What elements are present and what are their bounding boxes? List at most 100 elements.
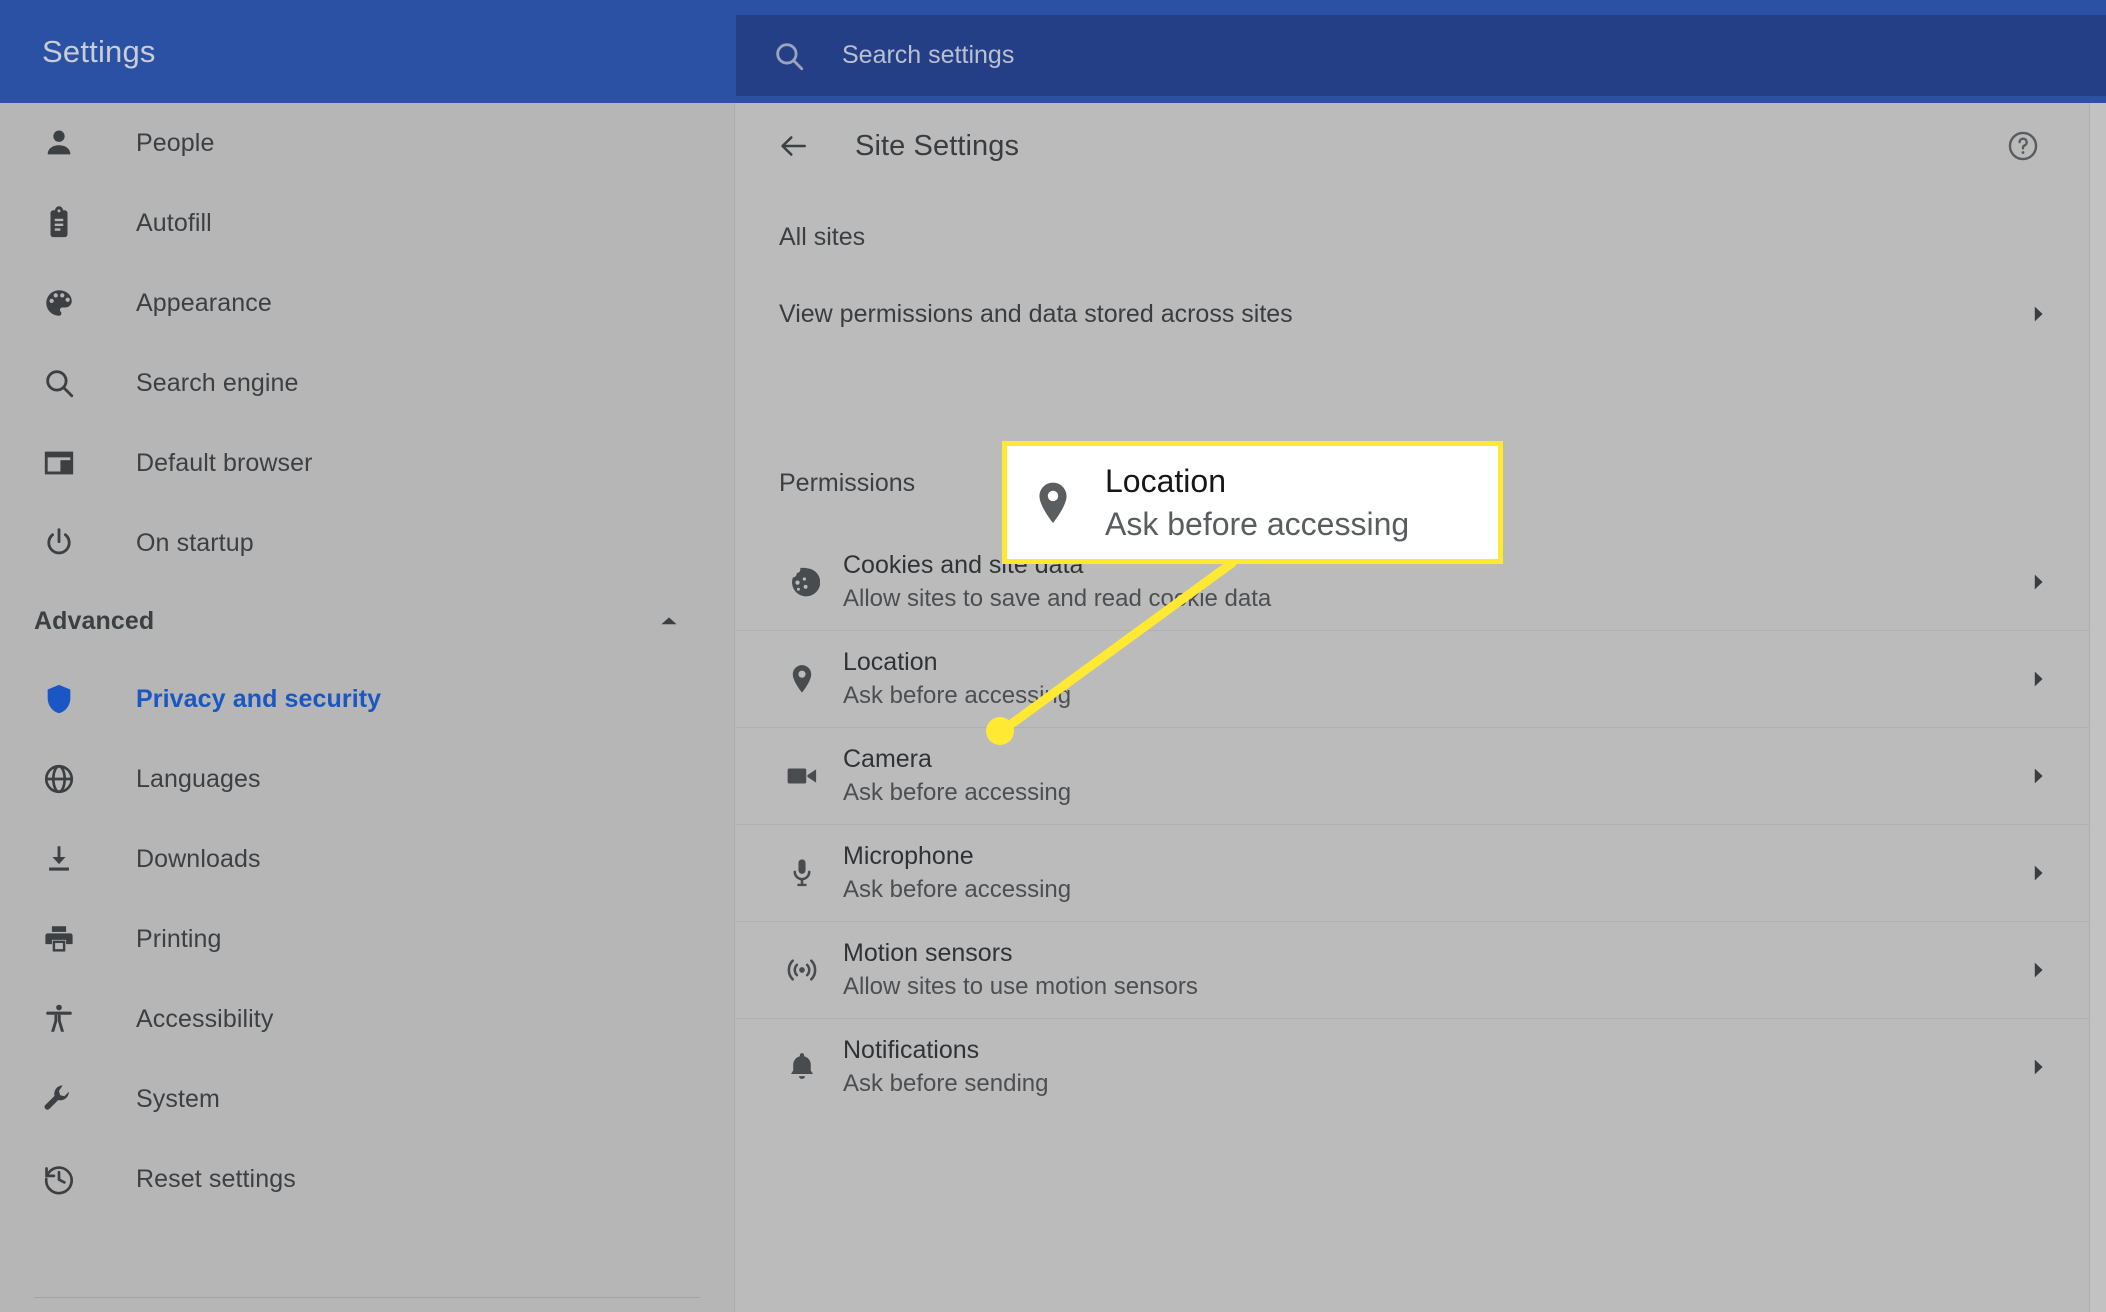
card-header: Site Settings <box>735 103 2089 189</box>
sidebar-item-privacy-and-security[interactable]: Privacy and security <box>0 659 734 739</box>
permission-title: Microphone <box>843 842 974 871</box>
person-icon <box>42 126 84 160</box>
sidebar-item-label: On startup <box>136 528 254 557</box>
sidebar-item-system[interactable]: System <box>0 1059 734 1139</box>
permission-texts: Motion sensors Allow sites to use motion… <box>843 937 1198 1003</box>
permission-subtitle: Ask before accessing <box>843 682 1072 710</box>
vertical-scrollbar[interactable] <box>2090 103 2106 1312</box>
permission-subtitle: Allow sites to use motion sensors <box>843 973 1198 1001</box>
sidebar-item-search-engine[interactable]: Search engine <box>0 343 734 423</box>
sidebar-item-label: Autofill <box>136 208 212 237</box>
permission-title: Camera <box>843 745 932 774</box>
palette-icon <box>42 286 84 320</box>
main-card: Site Settings All sites View permissions… <box>734 103 2090 1312</box>
wrench-icon <box>42 1082 84 1116</box>
permission-row-microphone[interactable]: Microphone Ask before accessing <box>735 824 2089 921</box>
sidebar-item-label: Printing <box>136 924 222 953</box>
sidebar-advanced-label: Advanced <box>34 606 155 635</box>
annotation-callout-title: Location <box>1105 463 1226 500</box>
location-pin-icon <box>779 662 825 696</box>
sidebar-item-downloads[interactable]: Downloads <box>0 819 734 899</box>
chevron-right-icon <box>2027 959 2049 981</box>
chevron-right-icon <box>2027 571 2049 593</box>
annotation-callout: Location Ask before accessing <box>1002 441 1503 564</box>
search-bar[interactable] <box>736 15 2106 96</box>
chevron-right-icon <box>2027 862 2049 884</box>
sidebar-item-accessibility[interactable]: Accessibility <box>0 979 734 1059</box>
location-pin-icon <box>1025 478 1081 528</box>
sidebar-item-on-startup[interactable]: On startup <box>0 503 734 583</box>
sidebar-item-autofill[interactable]: Autofill <box>0 183 734 263</box>
globe-icon <box>42 762 84 796</box>
accessibility-icon <box>42 1002 84 1036</box>
permission-subtitle: Ask before accessing <box>843 876 1072 904</box>
bell-icon <box>779 1050 825 1084</box>
permission-row-motion-sensors[interactable]: Motion sensors Allow sites to use motion… <box>735 921 2089 1018</box>
all-sites-section-label: All sites <box>779 223 866 251</box>
sidebar-item-label: Privacy and security <box>136 684 382 713</box>
sidebar-item-label: System <box>136 1084 220 1113</box>
brand-area: Settings <box>0 0 736 103</box>
chevron-right-icon <box>2027 765 2049 787</box>
permission-title: Notifications <box>843 1036 980 1065</box>
permission-subtitle: Ask before sending <box>843 1070 1049 1098</box>
permission-texts: Notifications Ask before sending <box>843 1034 1048 1100</box>
microphone-icon <box>779 856 825 890</box>
sidebar-advanced-toggle[interactable]: Advanced <box>0 583 734 659</box>
camera-icon <box>779 758 825 794</box>
sidebar-item-printing[interactable]: Printing <box>0 899 734 979</box>
power-icon <box>42 526 84 560</box>
sidebar-item-languages[interactable]: Languages <box>0 739 734 819</box>
permissions-list: Cookies and site data Allow sites to sav… <box>735 533 2089 1115</box>
permission-texts: Microphone Ask before accessing <box>843 840 1071 906</box>
sidebar-item-label: Appearance <box>136 288 272 317</box>
cookie-icon <box>779 564 825 600</box>
sidebar-item-appearance[interactable]: Appearance <box>0 263 734 343</box>
chevron-up-icon <box>656 608 682 634</box>
chevron-right-icon <box>2027 303 2049 325</box>
permission-row-location[interactable]: Location Ask before accessing <box>735 630 2089 727</box>
sidebar-item-default-browser[interactable]: Default browser <box>0 423 734 503</box>
sidebar: People Autofill Appearance Search engine… <box>0 103 734 1312</box>
clipboard-icon <box>42 206 84 240</box>
permission-title: Motion sensors <box>843 939 1013 968</box>
sidebar-item-label: People <box>136 128 215 157</box>
annotation-callout-subtitle: Ask before accessing <box>1105 505 1410 542</box>
permission-title: Location <box>843 648 938 677</box>
permission-subtitle: Allow sites to save and read cookie data <box>843 584 1272 612</box>
search-icon <box>772 39 806 73</box>
permission-subtitle: Ask before accessing <box>843 779 1072 807</box>
motion-sensor-icon <box>779 952 825 988</box>
permission-row-camera[interactable]: Camera Ask before accessing <box>735 727 2089 824</box>
view-permissions-label: View permissions and data stored across … <box>779 299 1293 328</box>
sidebar-item-people[interactable]: People <box>0 103 734 183</box>
shield-icon <box>42 682 84 716</box>
sidebar-item-reset-settings[interactable]: Reset settings <box>0 1139 734 1219</box>
permission-texts: Camera Ask before accessing <box>843 743 1071 809</box>
permission-texts: Location Ask before accessing <box>843 646 1071 712</box>
view-permissions-row[interactable]: View permissions and data stored across … <box>735 274 2089 354</box>
page-body: People Autofill Appearance Search engine… <box>0 103 2106 1312</box>
chevron-right-icon <box>2027 668 2049 690</box>
history-icon <box>42 1162 84 1196</box>
help-circle-icon[interactable] <box>2001 124 2045 168</box>
sidebar-item-label: Downloads <box>136 844 261 873</box>
sidebar-item-label: Accessibility <box>136 1004 274 1033</box>
sidebar-item-label: Languages <box>136 764 261 793</box>
permission-row-notifications[interactable]: Notifications Ask before sending <box>735 1018 2089 1115</box>
printer-icon <box>42 922 84 956</box>
search-icon <box>42 366 84 400</box>
search-input[interactable] <box>842 35 1742 76</box>
app-title: Settings <box>42 33 156 69</box>
sidebar-divider <box>34 1297 700 1298</box>
page-title: Site Settings <box>855 129 1020 162</box>
sidebar-item-label: Reset settings <box>136 1164 296 1193</box>
browser-window-icon <box>42 446 84 480</box>
permissions-section-label: Permissions <box>779 469 916 497</box>
annotation-callout-texts: Location Ask before accessing <box>1105 460 1409 544</box>
sidebar-item-label: Default browser <box>136 448 313 477</box>
chevron-right-icon <box>2027 1056 2049 1078</box>
download-icon <box>42 842 84 876</box>
arrow-left-icon[interactable] <box>771 123 817 169</box>
sidebar-item-label: Search engine <box>136 368 299 397</box>
